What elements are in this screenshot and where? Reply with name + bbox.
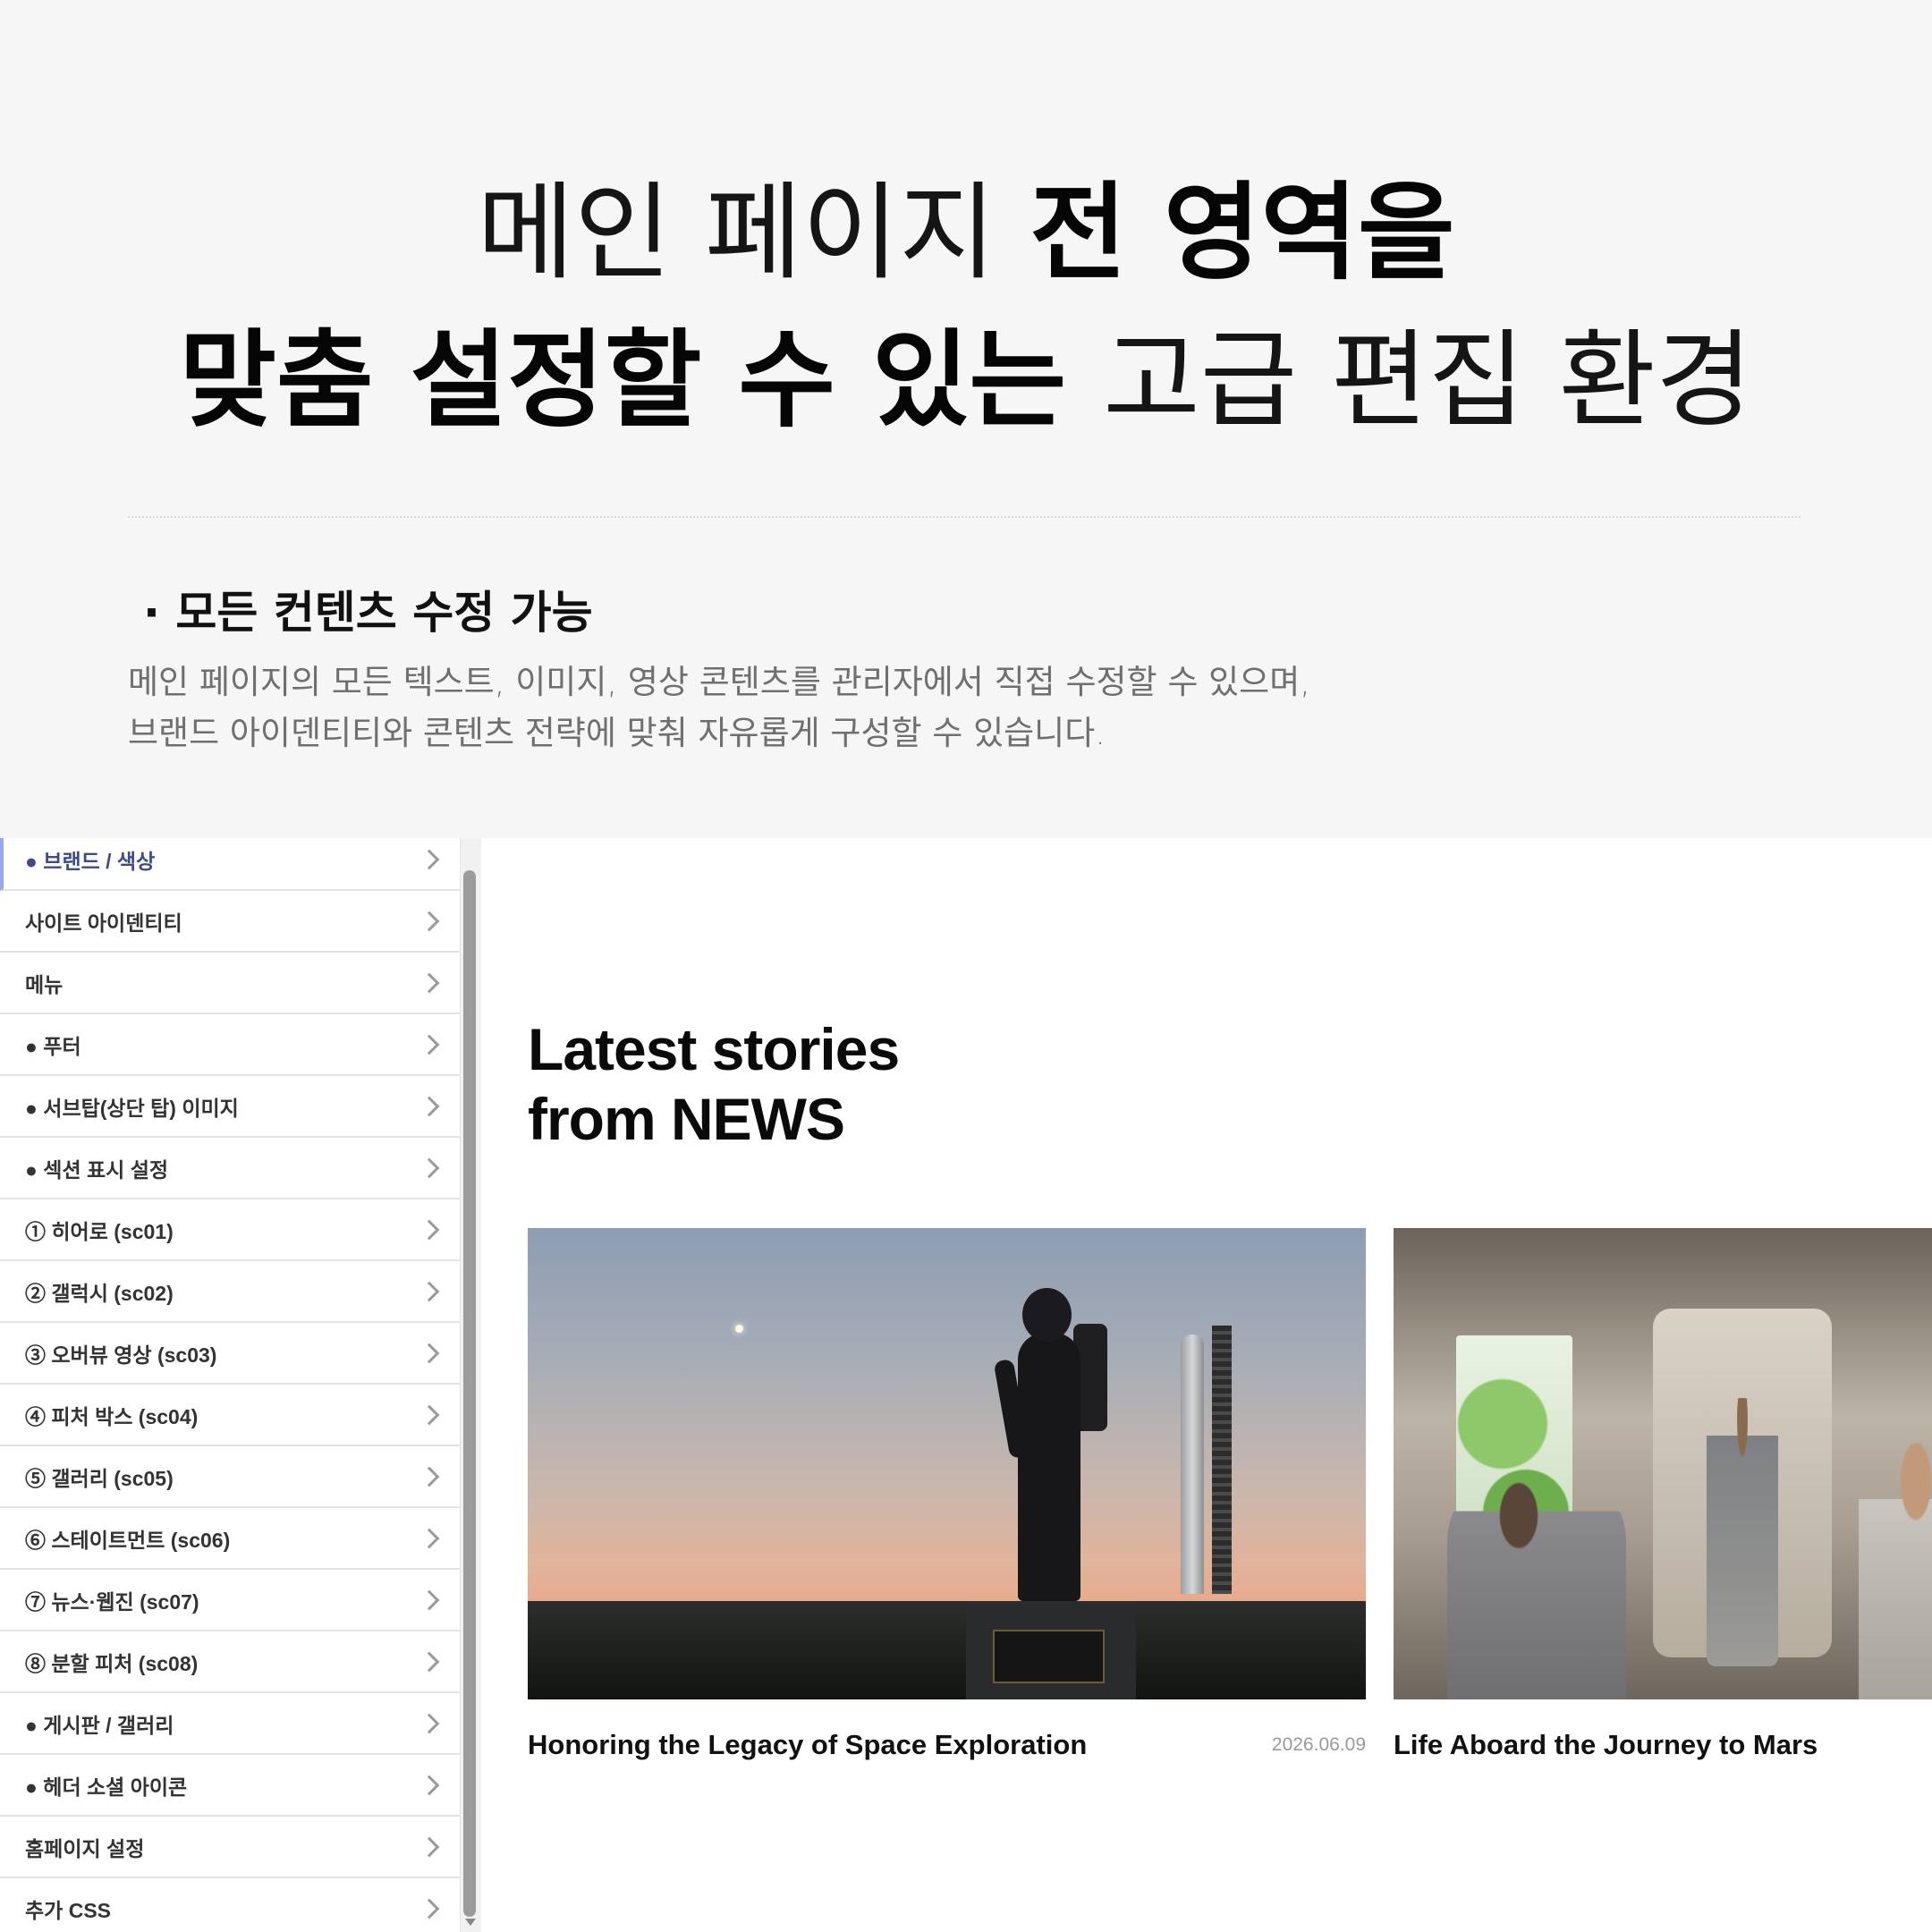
sidebar-item-sc03[interactable]: ③ 오버뷰 영상 (sc03) [0, 1323, 460, 1385]
sidebar-item-sc01[interactable]: ① 히어로 (sc01) [0, 1199, 460, 1261]
sidebar-item-sc04[interactable]: ④ 피처 박스 (sc04) [0, 1385, 460, 1446]
sidebar-item-header-social[interactable]: ● 헤더 소셜 아이콘 [0, 1755, 460, 1817]
headline-line-2: 맞춤 설정할 수 있는 고급 편집 환경 [0, 309, 1932, 452]
chevron-right-icon [419, 1343, 440, 1363]
chevron-right-icon [419, 1219, 440, 1240]
chevron-right-icon [419, 1651, 440, 1672]
promo-section: 메인 페이지 전 영역을 맞춤 설정할 수 있는 고급 편집 환경 · 모든 컨… [0, 0, 1932, 838]
sidebar-item-sc06[interactable]: ⑥ 스테이트먼트 (sc06) [0, 1508, 460, 1570]
sidebar-item-label: ● 헤더 소셜 아이콘 [25, 1775, 188, 1799]
headline-line-1-bold: 전 영역을 [1030, 171, 1455, 294]
news-card-title[interactable]: Life Aboard the Journey to Mars [1394, 1729, 1818, 1761]
sidebar-item-brand-color[interactable]: ● 브랜드 / 색상 [0, 838, 460, 891]
rocket-decoration [1181, 1335, 1204, 1594]
sidebar-item-footer[interactable]: ● 푸터 [0, 1014, 460, 1076]
sidebar-item-label: ① 히어로 (sc01) [25, 1219, 174, 1243]
headline-line-1-thin: 메인 페이지 [477, 171, 1030, 294]
sidebar-item-menu[interactable]: 메뉴 [0, 953, 460, 1014]
chevron-right-icon [419, 1281, 440, 1301]
launch-tower-decoration [1212, 1326, 1232, 1594]
news-card[interactable]: Life Aboard the Journey to Mars [1394, 1228, 1932, 1760]
sidebar-item-sc08[interactable]: ⑧ 분할 피처 (sc08) [0, 1631, 460, 1693]
sidebar-item-label: ④ 피처 박스 (sc04) [25, 1404, 199, 1428]
chevron-right-icon [419, 1466, 440, 1487]
sidebar-item-sc02[interactable]: ② 갤럭시 (sc02) [0, 1261, 460, 1323]
news-card-image[interactable] [1394, 1228, 1932, 1699]
section-divider [128, 516, 1801, 518]
ground-decoration [528, 1601, 1366, 1699]
plaque-decoration [993, 1630, 1105, 1683]
news-card-date: 2026.06.09 [1271, 1734, 1366, 1755]
chevron-right-icon [419, 1589, 440, 1610]
chevron-right-icon [419, 1096, 440, 1116]
chevron-right-icon [419, 1898, 440, 1919]
sidebar-item-label: ● 섹션 표시 설정 [25, 1157, 169, 1182]
star-decoration [735, 1325, 743, 1333]
chevron-right-icon [419, 1528, 440, 1548]
sidebar-item-label: 추가 CSS [25, 1898, 112, 1922]
chevron-right-icon [419, 1713, 440, 1733]
preview-content: Latest stories from NEWS Honoring the Le… [482, 838, 1932, 1932]
news-title-line-1: Latest stories [528, 1016, 900, 1082]
news-card-image[interactable] [528, 1228, 1366, 1699]
feature-desc-line-1: 메인 페이지의 모든 텍스트, 이미지, 영상 콘텐츠를 관리자에서 직접 수정… [128, 663, 1311, 701]
chevron-right-icon [419, 1775, 440, 1795]
scroll-down-arrow-icon[interactable] [465, 1919, 476, 1926]
customizer-sidebar: ● 브랜드 / 색상 사이트 아이덴티티 메뉴 ● 푸터 ● 서브탑(상단 탑)… [0, 838, 460, 1932]
sidebar-item-homepage-settings[interactable]: 홈페이지 설정 [0, 1817, 460, 1878]
chevron-right-icon [419, 911, 440, 931]
person-decoration [1447, 1470, 1626, 1699]
sidebar-item-sc07[interactable]: ⑦ 뉴스·웹진 (sc07) [0, 1570, 460, 1631]
sidebar-item-board-gallery[interactable]: ● 게시판 / 갤러리 [0, 1693, 460, 1755]
chevron-right-icon [419, 972, 440, 993]
sidebar-item-label: ⑦ 뉴스·웹진 (sc07) [25, 1589, 199, 1614]
chevron-right-icon [419, 1034, 440, 1055]
sidebar-item-label: ⑥ 스테이트먼트 (sc06) [25, 1528, 231, 1552]
sidebar-item-site-identity[interactable]: 사이트 아이덴티티 [0, 891, 460, 953]
sidebar-item-label: ● 게시판 / 갤러리 [25, 1713, 174, 1737]
chevron-right-icon [419, 1404, 440, 1425]
sidebar-item-label: ② 갤럭시 (sc02) [25, 1281, 174, 1305]
news-card[interactable]: Honoring the Legacy of Space Exploration… [528, 1228, 1366, 1760]
chevron-right-icon [419, 849, 440, 869]
sidebar-item-additional-css[interactable]: 추가 CSS [0, 1878, 460, 1932]
statue-decoration [1018, 1333, 1080, 1601]
news-card-title[interactable]: Honoring the Legacy of Space Exploration [528, 1729, 1087, 1761]
news-section-title: Latest stories from NEWS [528, 1014, 900, 1154]
sidebar-item-label: 홈페이지 설정 [25, 1836, 145, 1860]
sidebar-item-label: 사이트 아이덴티티 [25, 911, 182, 935]
person-decoration [1707, 1398, 1778, 1666]
sidebar-item-subtop-image[interactable]: ● 서브탑(상단 탑) 이미지 [0, 1076, 460, 1138]
sidebar-item-sc05[interactable]: ⑤ 갤러리 (sc05) [0, 1446, 460, 1508]
person-decoration [1859, 1443, 1932, 1699]
sidebar-item-label: ⑤ 갤러리 (sc05) [25, 1466, 174, 1490]
helmet-decoration [1022, 1288, 1072, 1342]
feature-title: · 모든 컨텐츠 수정 가능 [143, 587, 593, 639]
headline-line-2-bold: 맞춤 설정할 수 있는 [179, 318, 1104, 442]
feature-desc-line-2: 브랜드 아이덴티티와 콘텐츠 전략에 맞춰 자유롭게 구성할 수 있습니다. [128, 714, 1106, 752]
headline-line-1: 메인 페이지 전 영역을 [0, 161, 1932, 304]
sidebar-item-label: ③ 오버뷰 영상 (sc03) [25, 1343, 217, 1367]
chevron-right-icon [419, 1836, 440, 1857]
news-title-line-2: from NEWS [528, 1086, 845, 1152]
headline-line-2-thin: 고급 편집 환경 [1103, 318, 1753, 442]
admin-preview: ● 브랜드 / 색상 사이트 아이덴티티 메뉴 ● 푸터 ● 서브탑(상단 탑)… [0, 838, 1932, 1932]
sidebar-item-label: ● 푸터 [25, 1034, 81, 1058]
sidebar-item-label: 메뉴 [25, 972, 64, 996]
sidebar-scrollbar-thumb[interactable] [463, 870, 476, 1917]
chevron-right-icon [419, 1157, 440, 1178]
sidebar-item-label: ⑧ 분할 피처 (sc08) [25, 1651, 199, 1675]
sidebar-item-label: ● 브랜드 / 색상 [25, 849, 156, 873]
sidebar-item-label: ● 서브탑(상단 탑) 이미지 [25, 1096, 239, 1120]
sidebar-item-section-display[interactable]: ● 섹션 표시 설정 [0, 1138, 460, 1199]
